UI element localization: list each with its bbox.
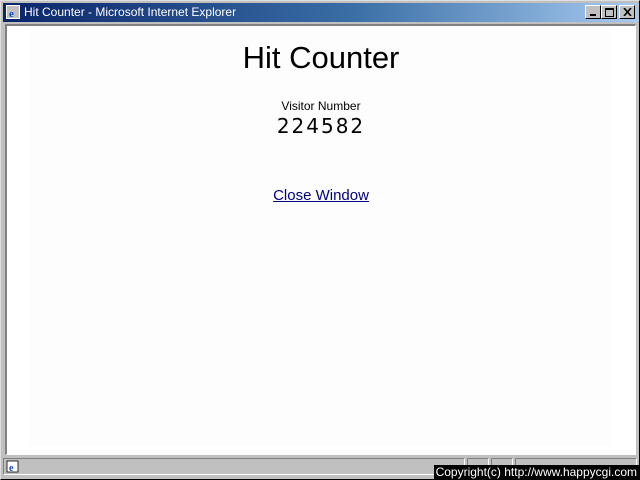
minimize-button[interactable] — [585, 5, 601, 19]
window-controls — [585, 5, 635, 20]
ie-page-icon: e — [6, 460, 19, 474]
copyright-overlay: Copyright(c) http://www.happycgi.com — [433, 465, 639, 479]
content-area — [29, 26, 612, 446]
ie-icon[interactable]: e — [6, 5, 20, 20]
page-title: Hit Counter — [242, 40, 400, 75]
visitor-label: Visitor Number — [281, 99, 361, 113]
maximize-button[interactable] — [601, 5, 617, 19]
svg-text:e: e — [9, 463, 14, 473]
status-main-pane: e — [3, 458, 465, 475]
title-bar[interactable]: e Hit Counter - Microsoft Internet Explo… — [3, 3, 637, 22]
close-window-wrapper: Close Window — [7, 187, 635, 204]
window-title: Hit Counter - Microsoft Internet Explore… — [24, 5, 237, 19]
page-viewport: Hit Counter Visitor Number 224582 Close … — [5, 24, 636, 455]
svg-text:e: e — [9, 8, 14, 19]
browser-window: e Hit Counter - Microsoft Internet Explo… — [0, 0, 640, 480]
close-window-link[interactable]: Close Window — [273, 187, 369, 204]
visitor-count: 224582 — [276, 114, 366, 138]
close-button[interactable] — [619, 5, 635, 19]
